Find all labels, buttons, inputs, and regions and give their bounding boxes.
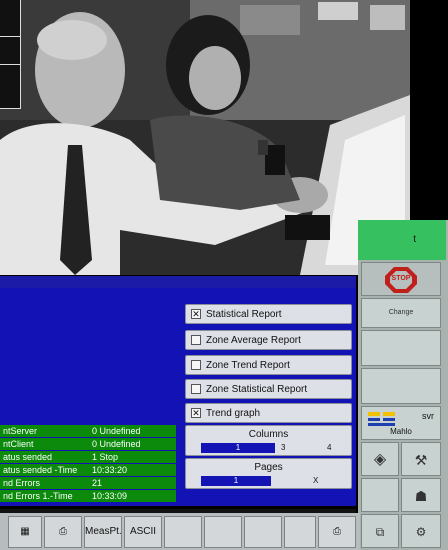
stop-label: STOP	[391, 275, 411, 282]
columns-selector[interactable]: Columns 1 3 4	[185, 425, 352, 456]
print-button[interactable]: ⎙	[318, 516, 356, 548]
statistical-report-option[interactable]: ✕ Statistical Report	[185, 304, 352, 324]
user-icon: ☗	[414, 488, 428, 504]
report-settings-screen: ntServer 0 Undefined ntClient 0 Undefined …	[0, 220, 448, 550]
columns-selected-value[interactable]: 1	[201, 443, 275, 453]
blank-side-button[interactable]	[361, 478, 399, 512]
pages-selected-value[interactable]: 1	[201, 476, 271, 486]
tools-button[interactable]: ⚒	[401, 442, 441, 476]
mahlo-button[interactable]: svr Mahlo	[361, 406, 441, 440]
checkbox-checked-icon: ✕	[191, 309, 201, 319]
pages-value[interactable]: X	[313, 476, 318, 486]
status-row: nd Errors 1.-Time 10:33:09	[0, 490, 176, 502]
status-row: atus sended 1 Stop	[0, 451, 176, 463]
option-label: Zone Statistical Report	[206, 384, 308, 395]
measpt-label: MeasPt.	[85, 526, 122, 537]
svr-label: svr	[422, 411, 434, 421]
zone-trend-report-option[interactable]: Zone Trend Report	[185, 355, 352, 375]
option-label: Statistical Report	[206, 309, 282, 320]
ascii-button[interactable]: ASCII	[124, 516, 162, 548]
sidebar-header-label: t	[413, 234, 416, 245]
status-row: nd Errors 21	[0, 477, 176, 489]
blank-toolbar-button[interactable]	[244, 516, 282, 548]
checkbox-checked-icon: ✕	[191, 408, 201, 418]
settings-button[interactable]: ⚙	[401, 514, 441, 548]
diamond-arrow-icon: ◈	[373, 451, 387, 468]
columns-value[interactable]: 4	[327, 443, 331, 453]
status-value: 10:33:09	[92, 491, 128, 501]
zone-statistical-report-option[interactable]: Zone Statistical Report	[185, 379, 352, 399]
pages-title: Pages	[254, 462, 283, 473]
blank-toolbar-button[interactable]	[284, 516, 316, 548]
settings-icon: ⚙	[415, 525, 427, 539]
mahlo-logo-icon	[368, 412, 395, 426]
option-label: Trend graph	[206, 408, 261, 419]
status-key: nd Errors	[3, 478, 41, 488]
mahlo-label: Mahlo	[390, 427, 412, 436]
status-key: atus sended	[3, 452, 53, 462]
status-row: ntServer 0 Undefined	[0, 425, 176, 437]
status-row: atus sended -Time 10:33:20	[0, 464, 176, 476]
measpt-button[interactable]: MeasPt.	[84, 516, 122, 548]
blank-toolbar-button[interactable]	[204, 516, 242, 548]
option-label: Zone Trend Report	[206, 360, 290, 371]
window-frame	[0, 0, 21, 109]
checkbox-icon	[191, 384, 201, 394]
stop-button[interactable]: STOP	[361, 262, 441, 296]
status-row: ntClient 0 Undefined	[0, 438, 176, 450]
columns-values: 1 3 4	[201, 443, 339, 453]
printer-list-button[interactable]: ⎙	[44, 516, 82, 548]
pages-values: 1 X	[201, 476, 339, 486]
change-label: Change	[388, 309, 414, 316]
network-icon: ⧉	[375, 525, 385, 539]
columns-title: Columns	[248, 429, 289, 440]
trend-graph-option[interactable]: ✕ Trend graph	[185, 403, 352, 423]
ascii-label: ASCII	[129, 526, 157, 537]
status-key: ntServer	[3, 426, 38, 436]
window-line	[0, 36, 20, 37]
change-button[interactable]: Change	[361, 298, 441, 328]
status-value: 0 Undefined	[92, 439, 141, 449]
columns-value[interactable]: 3	[281, 443, 285, 453]
checkbox-icon	[191, 335, 201, 345]
option-label: Zone Average Report	[206, 335, 301, 346]
blank-toolbar-button[interactable]	[164, 516, 202, 548]
report-icon: ▦	[20, 526, 30, 537]
report-view-button[interactable]: ▦	[8, 516, 42, 548]
status-table: ntServer 0 Undefined ntClient 0 Undefined …	[0, 425, 176, 503]
wrench-icon: ⚒	[414, 452, 428, 468]
status-key: ntClient	[3, 439, 34, 449]
zone-average-report-option[interactable]: Zone Average Report	[185, 330, 352, 350]
sidebar-green-header: t	[358, 220, 446, 260]
pages-selector[interactable]: Pages 1 X	[185, 458, 352, 489]
status-key: nd Errors 1.-Time	[3, 491, 73, 501]
window-line	[0, 64, 20, 65]
status-value: 0 Undefined	[92, 426, 141, 436]
diamond-nav-button[interactable]: ◈	[361, 442, 399, 476]
network-button[interactable]: ⧉	[361, 514, 399, 548]
printer-icon: ⎙	[333, 526, 341, 537]
user-button[interactable]: ☗	[401, 478, 441, 512]
blank-side-button[interactable]	[361, 330, 441, 366]
status-value: 10:33:20	[92, 465, 128, 475]
blank-side-button[interactable]	[361, 368, 441, 404]
status-value: 21	[92, 478, 103, 488]
status-value: 1 Stop	[92, 452, 119, 462]
printer-icon: ⎙	[59, 526, 67, 537]
status-key: atus sended -Time	[3, 465, 78, 475]
checkbox-icon	[191, 360, 201, 370]
